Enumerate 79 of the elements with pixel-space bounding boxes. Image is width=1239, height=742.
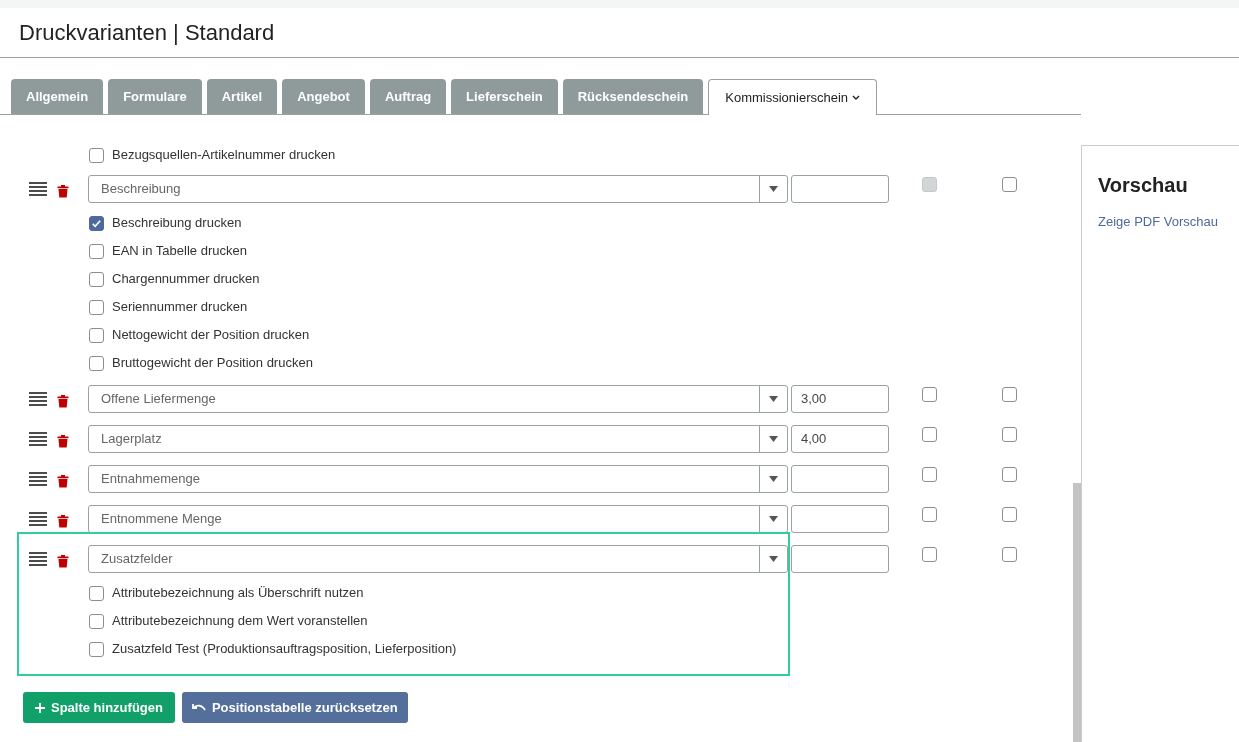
column-select[interactable]: Offene Liefermenge: [88, 385, 788, 413]
drag-handle-icon[interactable]: [29, 432, 47, 446]
drag-handle-icon[interactable]: [29, 512, 47, 526]
reset-table-button[interactable]: Positionstabelle zurücksetzen: [181, 692, 408, 723]
checkbox[interactable]: [89, 641, 104, 657]
checkbox[interactable]: [1002, 466, 1017, 482]
dropdown-caret-icon: [769, 436, 778, 442]
plus-icon: [35, 702, 45, 713]
option-label: Attributebezeichnung dem Wert voranstellen: [112, 612, 368, 631]
trash-icon[interactable]: [57, 394, 69, 408]
dropdown-caret-icon: [769, 556, 778, 562]
option-label: EAN in Tabelle drucken: [112, 242, 247, 261]
width-input[interactable]: [791, 175, 889, 203]
option-label: Nettogewicht der Position drucken: [112, 326, 310, 345]
checkbox[interactable]: [1002, 386, 1017, 402]
option-label: Bruttogewicht der Position drucken: [112, 354, 313, 373]
drag-handle-icon[interactable]: [29, 392, 47, 406]
checkbox[interactable]: [1002, 546, 1017, 562]
column-select[interactable]: Lagerplatz: [88, 425, 788, 453]
checkbox[interactable]: [922, 426, 937, 442]
width-input[interactable]: [791, 465, 889, 493]
tab[interactable]: Allgemein: [11, 79, 104, 114]
undo-icon: [191, 702, 206, 713]
trash-icon[interactable]: [57, 184, 69, 198]
tab[interactable]: Kommissionierschein: [708, 79, 878, 115]
tab[interactable]: Angebot: [282, 79, 365, 114]
chevron-down-icon: [852, 95, 861, 100]
checkbox[interactable]: [922, 466, 937, 482]
checkbox[interactable]: [1002, 176, 1017, 192]
column-select[interactable]: Entnommene Menge: [88, 505, 788, 533]
dropdown-caret-icon: [769, 516, 778, 522]
option-label: Bezugsquellen-Artikelnummer drucken: [112, 146, 336, 165]
checkbox[interactable]: [1002, 426, 1017, 442]
width-input[interactable]: [791, 505, 889, 533]
drag-handle-icon[interactable]: [29, 472, 47, 486]
trash-icon[interactable]: [57, 434, 69, 448]
dropdown-caret-icon: [769, 396, 778, 402]
column-select[interactable]: Zusatzfelder: [88, 545, 788, 573]
preview-title: Vorschau: [1098, 173, 1188, 198]
tab[interactable]: Formulare: [108, 79, 202, 114]
trash-icon[interactable]: [57, 474, 69, 488]
option-label: Seriennummer drucken: [112, 298, 248, 317]
column-select[interactable]: Beschreibung: [88, 175, 788, 203]
checkbox[interactable]: [89, 585, 104, 601]
drag-handle-icon[interactable]: [29, 182, 47, 196]
column-select[interactable]: Entnahmemenge: [88, 465, 788, 493]
width-input[interactable]: [791, 545, 889, 573]
option-label: Chargennummer drucken: [112, 270, 260, 289]
tab[interactable]: Rücksendeschein: [562, 79, 704, 114]
checkbox[interactable]: [89, 355, 104, 371]
checkbox[interactable]: [89, 327, 104, 343]
checkbox[interactable]: [922, 386, 937, 402]
dropdown-caret-icon: [769, 186, 778, 192]
checkbox[interactable]: [89, 215, 104, 231]
option-label: Beschreibung drucken: [112, 214, 242, 233]
tab[interactable]: Artikel: [206, 79, 278, 114]
checkbox[interactable]: [922, 506, 937, 522]
checkbox[interactable]: [922, 546, 937, 562]
checkbox[interactable]: [89, 147, 104, 163]
scrollbar[interactable]: [1073, 483, 1081, 742]
trash-icon[interactable]: [57, 514, 69, 528]
checkbox[interactable]: [1002, 506, 1017, 522]
page-title: Druckvarianten | Standard: [19, 19, 275, 47]
checkbox[interactable]: [89, 613, 104, 629]
tab[interactable]: Auftrag: [369, 79, 447, 114]
checkbox[interactable]: [89, 271, 104, 287]
dropdown-caret-icon: [769, 476, 778, 482]
drag-handle-icon[interactable]: [29, 552, 47, 566]
option-label: Attributebezeichnung als Überschrift nutzen: [112, 584, 364, 603]
width-input[interactable]: 3,00: [791, 385, 889, 413]
checkbox[interactable]: [89, 299, 104, 315]
add-column-button[interactable]: Spalte hinzufügen: [23, 692, 175, 723]
checkmark-icon: [91, 217, 102, 229]
width-input[interactable]: 4,00: [791, 425, 889, 453]
checkbox[interactable]: [89, 243, 104, 259]
trash-icon[interactable]: [57, 554, 69, 568]
pdf-preview-link[interactable]: Zeige PDF Vorschau: [1098, 212, 1218, 232]
option-label: Zusatzfeld Test (Produktionsauftragsposition, Lieferposition): [112, 640, 457, 659]
tab[interactable]: Lieferschein: [451, 79, 558, 114]
